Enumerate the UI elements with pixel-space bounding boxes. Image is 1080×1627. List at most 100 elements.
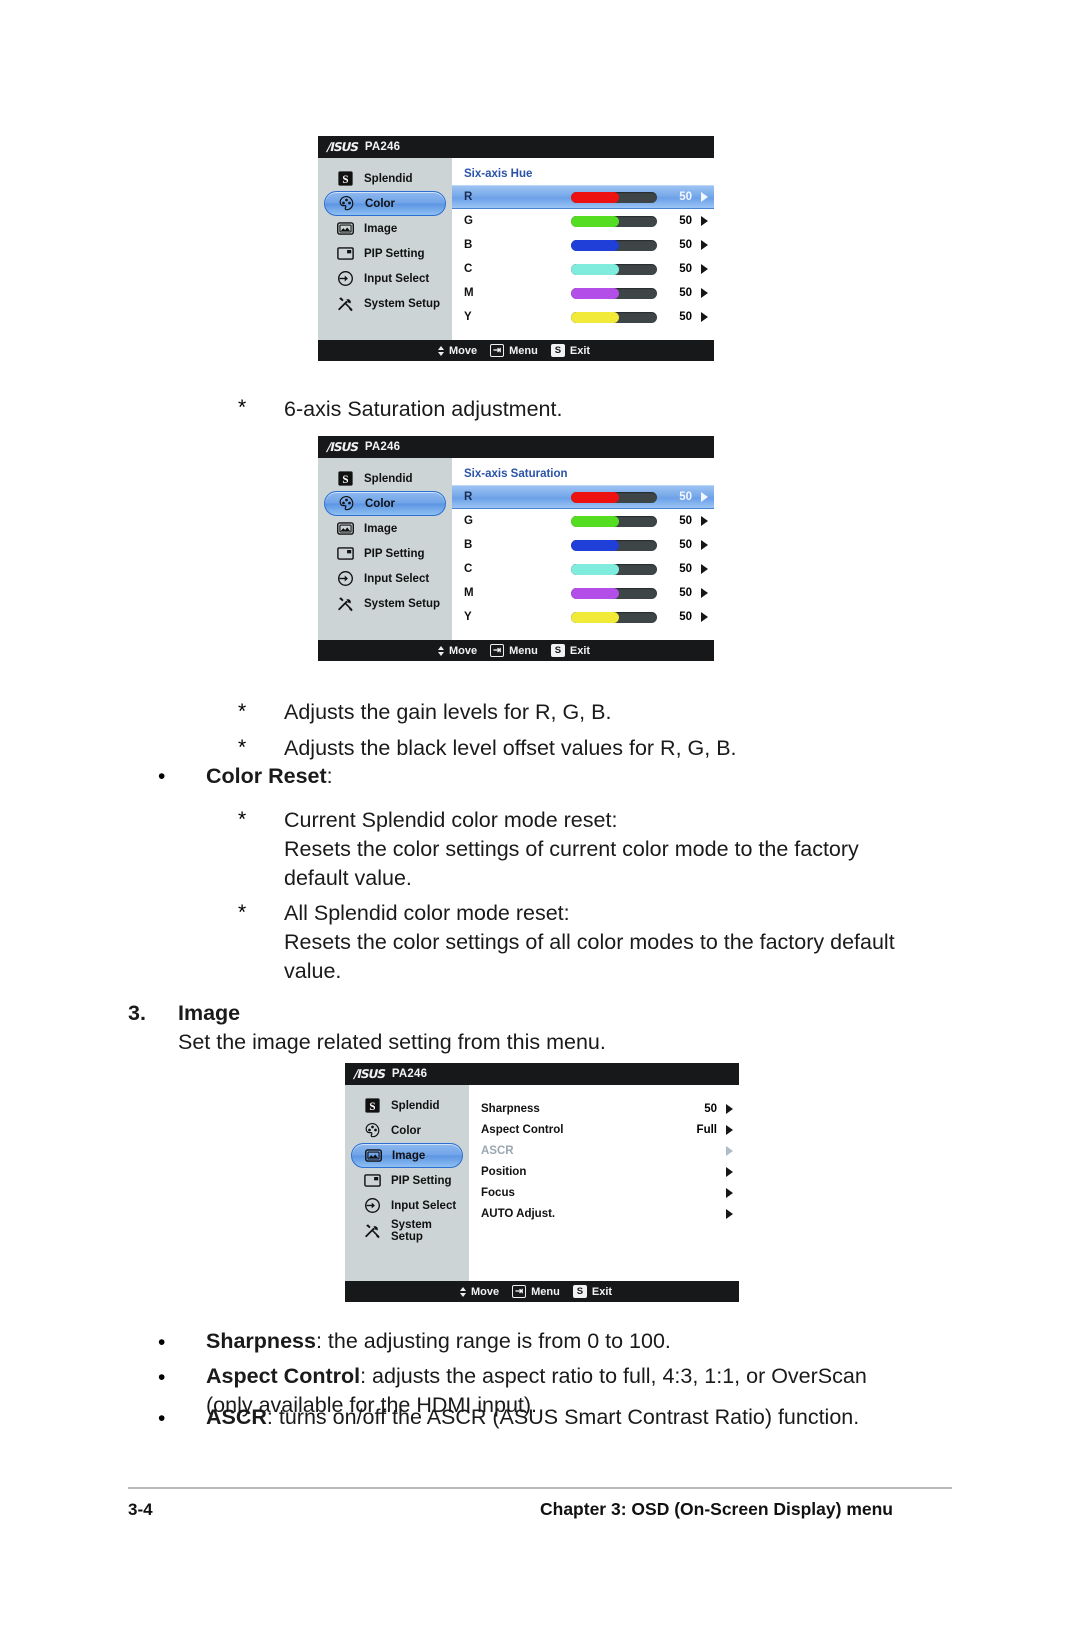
sidebar-item-input-select[interactable]: Input Select xyxy=(351,1193,463,1218)
slider-row-y[interactable]: Y 50 xyxy=(452,305,714,329)
slider-row-c[interactable]: C 50 xyxy=(452,257,714,281)
sidebar-item-color[interactable]: Color xyxy=(351,1118,463,1143)
sidebar-item-pip-setting[interactable]: PIP Setting xyxy=(324,241,446,266)
sidebar-item-image[interactable]: Image xyxy=(324,216,446,241)
sidebar-item-color[interactable]: Color xyxy=(324,491,446,516)
slider-track[interactable] xyxy=(571,311,657,323)
sidebar-item-splendid[interactable]: S Splendid xyxy=(351,1093,463,1118)
sidebar-item-splendid[interactable]: S Splendid xyxy=(324,466,446,491)
slider-track[interactable] xyxy=(571,611,657,623)
footer-exit-label: Exit xyxy=(569,644,591,657)
footer-menu[interactable]: ⇥ Menu xyxy=(490,644,538,657)
chevron-right-icon[interactable] xyxy=(726,1124,733,1135)
chevron-right-icon[interactable] xyxy=(726,1166,733,1177)
chevron-right-icon[interactable] xyxy=(726,1103,733,1114)
chevron-right-icon[interactable] xyxy=(701,540,708,550)
footer-menu-label: Menu xyxy=(509,644,538,657)
footer-menu[interactable]: ⇥ Menu xyxy=(490,344,538,357)
footer-exit[interactable]: S Exit xyxy=(572,1285,612,1298)
slider-fill xyxy=(571,215,620,227)
slider-track[interactable] xyxy=(571,287,657,299)
slider-row-m[interactable]: M 50 xyxy=(452,281,714,305)
sidebar-item-label: Input Select xyxy=(391,1199,457,1212)
chevron-right-icon[interactable] xyxy=(726,1187,733,1198)
slider-row-g[interactable]: G 50 xyxy=(452,509,714,533)
menu-row-sharpness[interactable]: Sharpness 50 xyxy=(469,1098,739,1119)
slider-row-r[interactable]: R 50 xyxy=(452,485,714,509)
slider-row-label: R xyxy=(464,491,473,503)
footer-exit[interactable]: S Exit xyxy=(550,644,591,657)
footer-menu[interactable]: ⇥ Menu xyxy=(512,1285,560,1298)
slider-track[interactable] xyxy=(571,239,657,251)
sidebar-item-system-setup[interactable]: System Setup xyxy=(324,591,446,616)
slider-row-g[interactable]: G 50 xyxy=(452,209,714,233)
menu-row-auto-adjust[interactable]: AUTO Adjust. xyxy=(469,1203,739,1224)
chevron-right-icon[interactable] xyxy=(701,264,708,274)
slider-row-y[interactable]: Y 50 xyxy=(452,605,714,629)
slider-row-r[interactable]: R 50 xyxy=(452,185,714,209)
footer-move[interactable]: Move xyxy=(438,344,477,358)
sidebar-item-splendid[interactable]: S Splendid xyxy=(324,166,446,191)
asus-logo-icon: /ISUS xyxy=(325,440,360,454)
slider-track[interactable] xyxy=(571,215,657,227)
footer-exit[interactable]: S Exit xyxy=(550,344,590,357)
slider-track[interactable] xyxy=(571,587,657,599)
slider-track[interactable] xyxy=(571,263,657,275)
osd-window-six-axis-saturation: /ISUS PA246 S Splendid Color Image PIP Setti… xyxy=(318,436,714,661)
exit-key-icon: S xyxy=(550,644,565,657)
chevron-right-icon[interactable] xyxy=(701,516,708,526)
slider-row-b[interactable]: B 50 xyxy=(452,533,714,557)
menu-row-aspect-control[interactable]: Aspect Control Full xyxy=(469,1119,739,1140)
menu-row-position[interactable]: Position xyxy=(469,1161,739,1182)
chevron-right-icon[interactable] xyxy=(701,192,708,202)
chevron-right-icon[interactable] xyxy=(701,588,708,598)
slider-row-label: B xyxy=(464,239,473,251)
menu-row-focus[interactable]: Focus xyxy=(469,1182,739,1203)
sidebar-item-input-select[interactable]: Input Select xyxy=(324,566,446,591)
slider-fill xyxy=(571,611,620,623)
menu-row-ascr[interactable]: ASCR xyxy=(469,1140,739,1161)
chevron-right-icon[interactable] xyxy=(701,240,708,250)
ascr-desc: : turns on/off the ASCR (ASUS Smart Cont… xyxy=(266,1405,860,1429)
sidebar-item-input-select[interactable]: Input Select xyxy=(324,266,446,291)
color-palette-icon xyxy=(337,494,356,513)
bullet-dot: • xyxy=(158,765,166,788)
slider-rows: R 50 G 50 B 50 C 50 M 50 Y 50 xyxy=(452,485,714,629)
chevron-right-icon[interactable] xyxy=(726,1208,733,1219)
slider-value: 50 xyxy=(679,287,692,299)
footer-move[interactable]: Move xyxy=(460,1285,499,1299)
slider-track[interactable] xyxy=(571,539,657,551)
sidebar-item-color[interactable]: Color xyxy=(324,191,446,216)
chevron-right-icon[interactable] xyxy=(701,492,708,502)
slider-track[interactable] xyxy=(571,515,657,527)
slider-track[interactable] xyxy=(571,563,657,575)
sidebar-item-image[interactable]: Image xyxy=(351,1143,463,1168)
slider-row-c[interactable]: C 50 xyxy=(452,557,714,581)
chevron-right-icon[interactable] xyxy=(701,312,708,322)
sidebar-item-label: System Setup xyxy=(364,297,441,310)
note-aspect-control: Aspect Control: adjusts the aspect ratio… xyxy=(206,1362,946,1391)
slider-row-b[interactable]: B 50 xyxy=(452,233,714,257)
slider-track[interactable] xyxy=(571,491,657,503)
sidebar-item-pip-setting[interactable]: PIP Setting xyxy=(324,541,446,566)
splendid-s-icon: S xyxy=(336,469,355,488)
slider-fill xyxy=(571,515,620,527)
slider-row-label: M xyxy=(464,287,474,299)
chevron-right-icon[interactable] xyxy=(701,216,708,226)
slider-value: 50 xyxy=(679,263,692,275)
sidebar-item-image[interactable]: Image xyxy=(324,516,446,541)
chevron-right-icon[interactable] xyxy=(726,1145,733,1156)
slider-row-m[interactable]: M 50 xyxy=(452,581,714,605)
chevron-right-icon[interactable] xyxy=(701,612,708,622)
chevron-right-icon[interactable] xyxy=(701,288,708,298)
chevron-right-icon[interactable] xyxy=(701,564,708,574)
sidebar-item-pip-setting[interactable]: PIP Setting xyxy=(351,1168,463,1193)
menu-key-icon: ⇥ xyxy=(512,1285,527,1298)
sidebar-item-system-setup[interactable]: System Setup xyxy=(324,291,446,316)
sidebar-item-system-setup[interactable]: System Setup xyxy=(351,1218,463,1243)
menu-row-value: Full xyxy=(696,1123,717,1136)
slider-value: 50 xyxy=(679,611,692,623)
sidebar-item-label: System Setup xyxy=(364,597,441,610)
footer-move[interactable]: Move xyxy=(438,644,477,658)
slider-track[interactable] xyxy=(571,191,657,203)
